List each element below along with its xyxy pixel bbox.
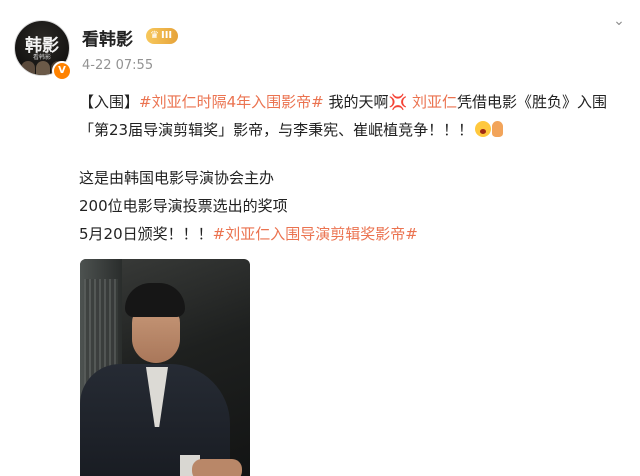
username[interactable]: 看韩影	[82, 25, 133, 50]
post-text-segment: 5月20日颁奖！！！	[79, 225, 213, 243]
post-line: 200位电影导演投票选出的奖项	[79, 192, 627, 220]
mention-link[interactable]: 刘亚仁	[407, 93, 457, 111]
post-bracket-label: 【入围】	[79, 93, 140, 111]
post-photo[interactable]	[80, 259, 250, 476]
post-text: 【入围】#刘亚仁时隔4年入围影帝# 我的天啊💢 刘亚仁凭借电影《胜负》入围 「第…	[79, 88, 627, 248]
avatar-figure	[21, 61, 35, 75]
avatar-figure	[36, 61, 50, 75]
weibo-post: 韩影 看韩影 V 看韩影 ♛ III 4-22 07:55 ⌄ 【入围】#刘亚仁时…	[0, 0, 640, 476]
post-text-segment: 我的天啊	[323, 93, 389, 111]
post-text-segment: 200位电影导演投票选出的奖项	[79, 197, 288, 215]
photo-hair	[125, 283, 185, 317]
post-text-segment: 「第23届导演剪辑奖」影帝，与李秉宪、崔岷植竞争！！！	[79, 121, 474, 139]
level-badge-label: III	[160, 30, 173, 41]
hashtag-link[interactable]: #刘亚仁时隔4年入围影帝#	[139, 93, 324, 111]
hashtag-link[interactable]: #刘亚仁入围导演剪辑奖影帝#	[213, 225, 418, 243]
avatar-logo-subtext: 看韩影	[32, 54, 51, 61]
post-timestamp[interactable]: 4-22 07:55	[82, 58, 153, 73]
post-text-segment: 凭借电影《胜负》入围	[456, 93, 607, 111]
chevron-down-icon[interactable]: ⌄	[608, 10, 630, 32]
post-line: 这是由韩国电影导演协会主办	[79, 164, 627, 192]
post-line: 【入围】#刘亚仁时隔4年入围影帝# 我的天啊💢 刘亚仁凭借电影《胜负》入围	[79, 88, 627, 116]
shocked-face-emoji-icon	[475, 121, 492, 137]
post-line: 5月20日颁奖！！！#刘亚仁入围导演剪辑奖影帝#	[79, 220, 627, 248]
raised-hand-emoji-icon	[492, 121, 504, 137]
post-line: 「第23届导演剪辑奖」影帝，与李秉宪、崔岷植竞争！！！	[79, 116, 627, 144]
crown-icon: ♛	[150, 30, 159, 41]
verified-v-icon: V	[52, 61, 72, 81]
post-text-segment: 这是由韩国电影导演协会主办	[79, 169, 275, 187]
photo-hand	[192, 459, 242, 476]
level-badge[interactable]: ♛ III	[146, 28, 179, 44]
anger-emoji-icon: 💢	[388, 93, 408, 111]
